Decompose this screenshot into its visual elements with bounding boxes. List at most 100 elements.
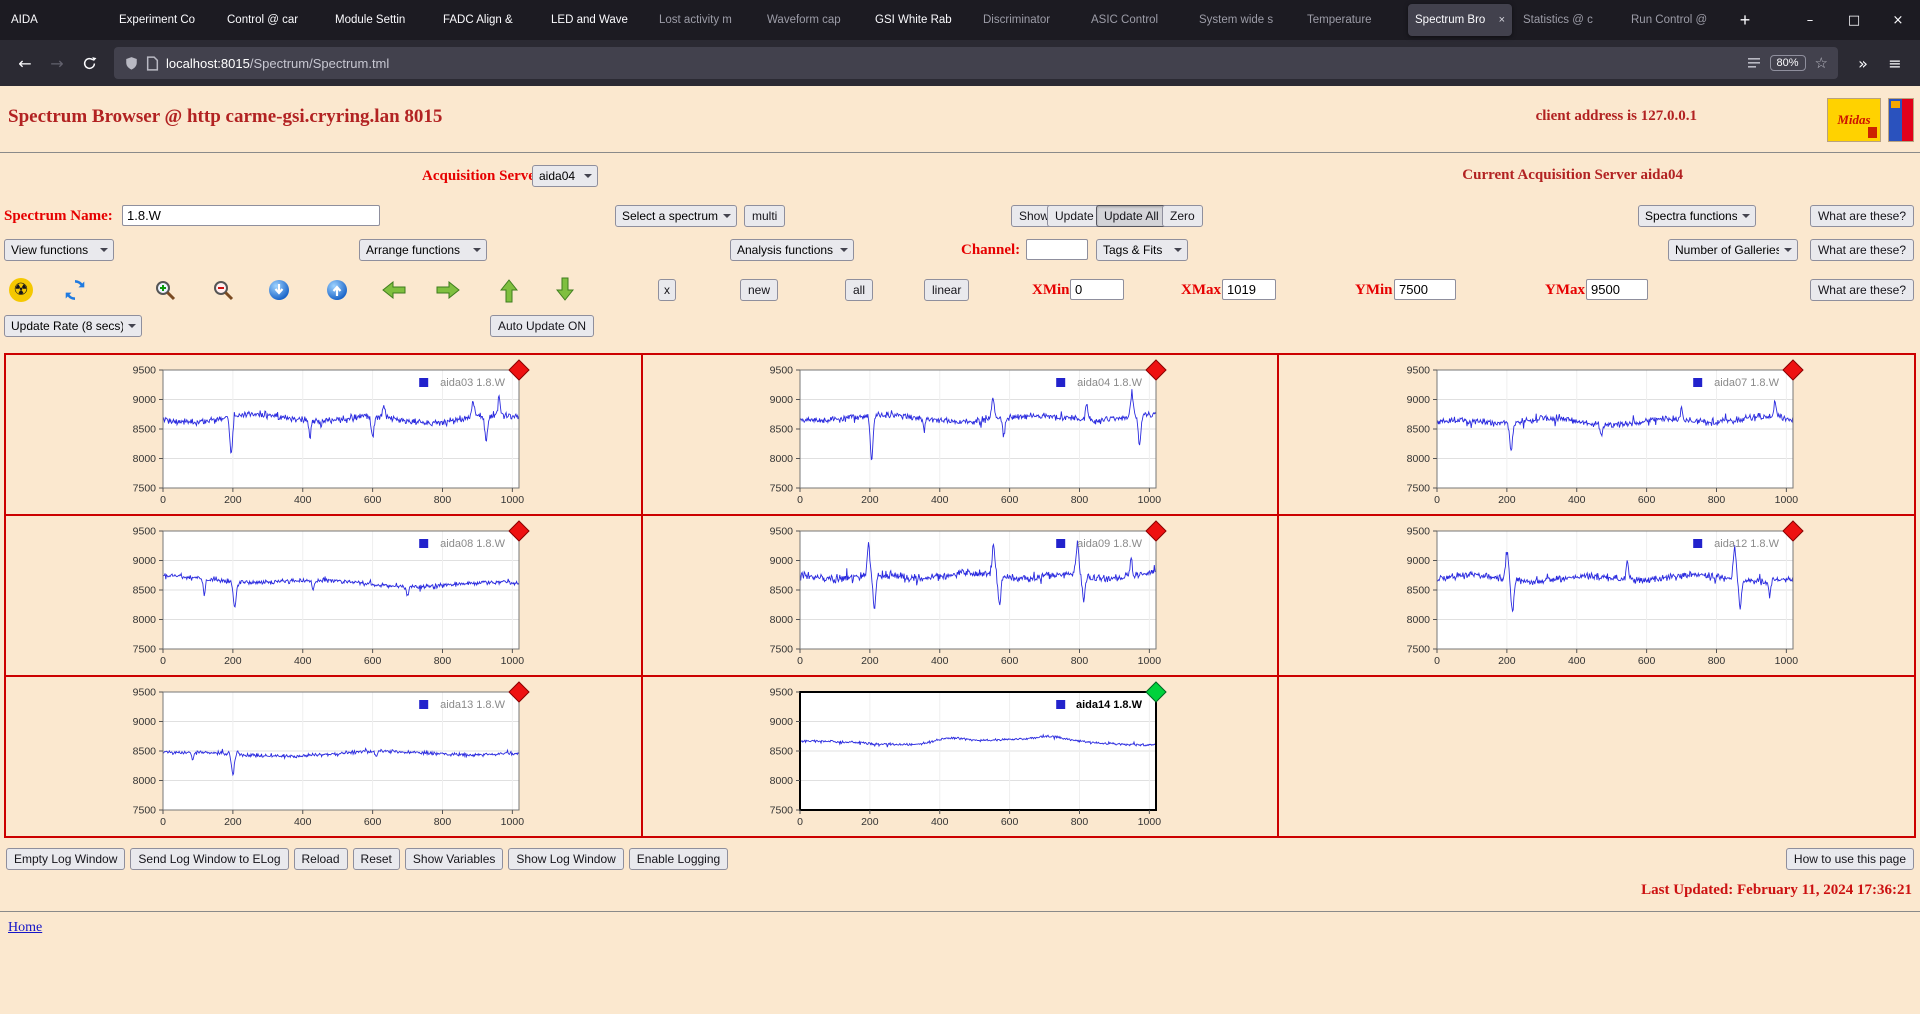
radiation-icon[interactable]: ☢ bbox=[8, 277, 34, 303]
how-to-use-button[interactable]: How to use this page bbox=[1785, 848, 1914, 870]
new-button[interactable]: new bbox=[740, 279, 779, 301]
acquisition-server-select[interactable]: aida04 bbox=[532, 165, 598, 187]
view-functions-select[interactable]: View functions bbox=[4, 239, 114, 261]
bookmark-star-icon[interactable]: ☆ bbox=[1815, 54, 1828, 72]
svg-text:400: 400 bbox=[294, 655, 312, 667]
number-of-galleries-select[interactable]: Number of Galleries bbox=[1668, 239, 1798, 261]
tab-close-icon[interactable]: × bbox=[1499, 14, 1505, 26]
browser-tab[interactable]: Discriminator bbox=[976, 4, 1080, 36]
spectrum-name-input[interactable] bbox=[122, 205, 380, 226]
log-button-reload[interactable]: Reload bbox=[293, 848, 348, 870]
pan-down-icon[interactable] bbox=[552, 277, 578, 303]
browser-tab[interactable]: AIDA bbox=[4, 4, 108, 36]
xmin-input[interactable] bbox=[1070, 279, 1124, 300]
tracking-protection-shield-icon[interactable] bbox=[124, 56, 139, 71]
browser-tab[interactable]: Temperature bbox=[1300, 4, 1404, 36]
toolbar-overflow-icon[interactable]: » bbox=[1848, 48, 1878, 78]
maximize-button[interactable]: □ bbox=[1832, 0, 1876, 40]
svg-text:200: 200 bbox=[861, 816, 879, 828]
spectra-functions-select[interactable]: Spectra functions bbox=[1638, 205, 1756, 227]
browser-tab[interactable]: Spectrum Bro × bbox=[1408, 4, 1512, 36]
svg-text:8500: 8500 bbox=[133, 584, 157, 596]
all-button[interactable]: all bbox=[845, 279, 874, 301]
browser-tab[interactable]: FADC Align & bbox=[436, 4, 540, 36]
what-are-these-button-2[interactable]: What are these? bbox=[1809, 239, 1914, 261]
svg-text:1000: 1000 bbox=[1138, 494, 1162, 506]
gallery-cell-aida14[interactable]: 7500 8000 8500 9000 9500 0 200 400 600 800 1000 aid… bbox=[641, 676, 1279, 837]
minimize-button[interactable]: – bbox=[1788, 0, 1832, 40]
linear-button[interactable]: linear bbox=[924, 279, 970, 301]
browser-tab[interactable]: Waveform cap bbox=[760, 4, 864, 36]
reader-mode-icon[interactable] bbox=[1747, 56, 1761, 70]
browser-tab[interactable]: Run Control @ bbox=[1624, 4, 1728, 36]
svg-text:9000: 9000 bbox=[770, 716, 794, 728]
channel-input[interactable] bbox=[1026, 239, 1088, 260]
browser-tab[interactable]: System wide s bbox=[1192, 4, 1296, 36]
x-button[interactable]: x bbox=[658, 279, 676, 301]
new-tab-button[interactable]: + bbox=[1730, 5, 1760, 35]
spectrum-plot: 7500 8000 8500 9000 9500 0 200 400 600 800 1000 aid… bbox=[1406, 358, 1804, 506]
log-button-show-log-window[interactable]: Show Log Window bbox=[508, 848, 624, 870]
svg-text:800: 800 bbox=[1071, 655, 1089, 667]
browser-tab[interactable]: ASIC Control bbox=[1084, 4, 1188, 36]
update-rate-select[interactable]: Update Rate (8 secs) bbox=[4, 315, 142, 337]
gallery-cell-aida03[interactable]: 7500 8000 8500 9000 9500 0 200 400 600 800 1000 aid… bbox=[5, 354, 642, 515]
arrange-functions-select[interactable]: Arrange functions bbox=[359, 239, 487, 261]
tab-label: FADC Align & bbox=[443, 14, 513, 26]
ymax-input[interactable] bbox=[1586, 279, 1648, 300]
log-button-send-log-window-to-elog[interactable]: Send Log Window to ELog bbox=[130, 848, 289, 870]
forward-button[interactable]: → bbox=[42, 48, 72, 78]
tags-fits-select[interactable]: Tags & Fits bbox=[1096, 239, 1188, 261]
gallery-cell-aida08[interactable]: 7500 8000 8500 9000 9500 0 200 400 600 800 1000 aid… bbox=[5, 515, 642, 676]
auto-update-button[interactable]: Auto Update ON bbox=[490, 315, 595, 337]
browser-tab[interactable]: Control @ car bbox=[220, 4, 324, 36]
gallery-cell-aida07[interactable]: 7500 8000 8500 9000 9500 0 200 400 600 800 1000 aid… bbox=[1278, 354, 1915, 515]
fair-logo bbox=[1888, 98, 1914, 142]
multi-button[interactable]: multi bbox=[744, 205, 786, 227]
svg-text:9000: 9000 bbox=[133, 394, 157, 406]
xmax-input[interactable] bbox=[1222, 279, 1276, 300]
browser-tab[interactable]: Statistics @ c bbox=[1516, 4, 1620, 36]
log-button-reset[interactable]: Reset bbox=[352, 848, 400, 870]
gallery-cell-aida12[interactable]: 7500 8000 8500 9000 9500 0 200 400 600 800 1000 aid… bbox=[1278, 515, 1915, 676]
zoom-in-icon[interactable] bbox=[152, 277, 178, 303]
log-button-enable-logging[interactable]: Enable Logging bbox=[628, 848, 729, 870]
pan-right-icon[interactable] bbox=[436, 277, 462, 303]
url-bar-actions: 80% ☆ bbox=[1747, 54, 1828, 72]
home-link[interactable]: Home bbox=[8, 920, 42, 936]
browser-tab[interactable]: LED and Wave bbox=[544, 4, 648, 36]
gallery-cell-aida09[interactable]: 7500 8000 8500 9000 9500 0 200 400 600 800 1000 aid… bbox=[641, 515, 1279, 676]
browser-tab[interactable]: GSI White Rab bbox=[868, 4, 972, 36]
zoom-level-badge[interactable]: 80% bbox=[1769, 55, 1806, 71]
ymin-input[interactable] bbox=[1394, 279, 1456, 300]
back-button[interactable]: ← bbox=[10, 48, 40, 78]
gallery-cell-aida13[interactable]: 7500 8000 8500 9000 9500 0 200 400 600 800 1000 aid… bbox=[5, 676, 642, 837]
page-info-icon[interactable] bbox=[146, 55, 159, 71]
what-are-these-button-1[interactable]: What are these? bbox=[1809, 205, 1914, 227]
svg-text:7500: 7500 bbox=[1406, 482, 1430, 494]
zero-button[interactable]: Zero bbox=[1162, 205, 1203, 227]
browser-tab[interactable]: Module Settin bbox=[328, 4, 432, 36]
gallery-cell-aida04[interactable]: 7500 8000 8500 9000 9500 0 200 400 600 800 1000 aid… bbox=[641, 354, 1279, 515]
zoom-out-icon[interactable] bbox=[210, 277, 236, 303]
url-bar[interactable]: localhost:8015/Spectrum/Spectrum.tml 80%… bbox=[114, 47, 1838, 79]
pan-up-icon[interactable] bbox=[496, 277, 522, 303]
browser-tab[interactable]: Experiment Co bbox=[112, 4, 216, 36]
log-button-empty-log-window[interactable]: Empty Log Window bbox=[6, 848, 126, 870]
svg-text:7500: 7500 bbox=[133, 643, 157, 655]
analysis-functions-select[interactable]: Analysis functions bbox=[730, 239, 854, 261]
refresh-icon[interactable] bbox=[62, 277, 88, 303]
what-are-these-button-3[interactable]: What are these? bbox=[1809, 279, 1914, 301]
select-a-spectrum[interactable]: Select a spectrum bbox=[615, 205, 737, 227]
hamburger-menu-icon[interactable]: ≡ bbox=[1880, 48, 1910, 78]
log-button-show-variables[interactable]: Show Variables bbox=[404, 848, 504, 870]
y-scale-down-icon[interactable] bbox=[266, 277, 292, 303]
update-button[interactable]: Update bbox=[1047, 205, 1102, 227]
pan-left-icon[interactable] bbox=[380, 277, 406, 303]
svg-text:600: 600 bbox=[1001, 494, 1019, 506]
y-scale-up-icon[interactable] bbox=[324, 277, 350, 303]
browser-tab[interactable]: Lost activity m bbox=[652, 4, 756, 36]
update-all-button[interactable]: Update All bbox=[1096, 205, 1167, 227]
window-close-button[interactable]: × bbox=[1876, 0, 1920, 40]
reload-button[interactable] bbox=[74, 48, 104, 78]
